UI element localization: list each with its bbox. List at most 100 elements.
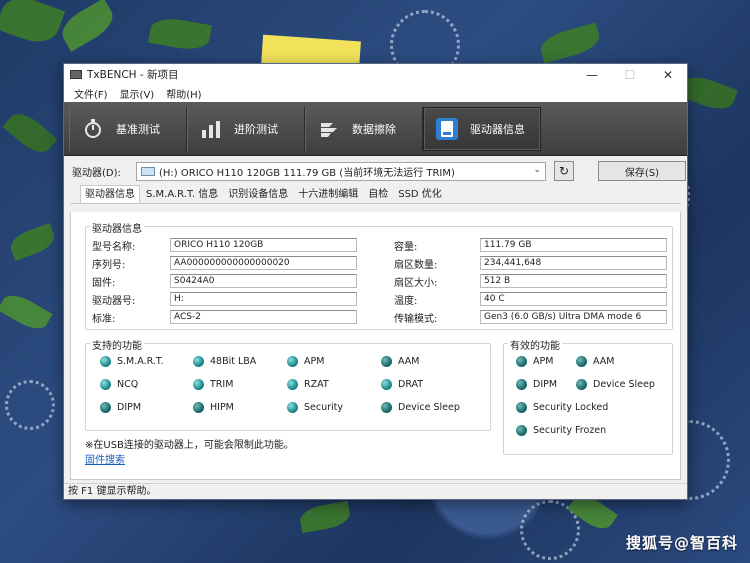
- status-led-icon: [287, 356, 298, 367]
- feature-item: DIPM: [100, 402, 141, 413]
- tool-advanced[interactable]: 进阶测试: [187, 106, 305, 151]
- tab-self-test[interactable]: 自检: [364, 187, 392, 203]
- tool-benchmark[interactable]: 基准测试: [69, 106, 187, 151]
- feature-item: 48Bit LBA: [193, 356, 256, 367]
- drive-info-icon: [436, 117, 458, 140]
- tool-label: 数据擦除: [352, 122, 396, 136]
- serial-number-field: AA000000000000000020: [170, 256, 357, 270]
- close-button[interactable]: ✕: [649, 64, 687, 85]
- feature-item: Device Sleep: [381, 402, 460, 413]
- title-bar: TxBENCH - 新项目 — ☐ ✕: [64, 64, 687, 85]
- info-row: 扇区大小: 512 B: [394, 273, 667, 289]
- menu-file[interactable]: 文件(F): [68, 86, 114, 101]
- hard-drive-icon: [141, 166, 155, 176]
- status-led-icon: [516, 356, 527, 367]
- menu-view[interactable]: 显示(V): [114, 86, 161, 101]
- app-icon: [70, 70, 82, 79]
- watermark: 搜狐号@智百科: [625, 534, 738, 552]
- firmware-field: S0424A0: [170, 274, 357, 288]
- feature-item: TRIM: [193, 379, 233, 390]
- status-led-icon: [287, 379, 298, 390]
- feature-item: S.M.A.R.T.: [100, 356, 164, 367]
- tab-bar: 驱动器信息 S.M.A.R.T. 信息 识别设备信息 十六进制编辑 自检 SSD…: [70, 185, 681, 204]
- feature-item: Security: [287, 402, 343, 413]
- txbench-window: TxBENCH - 新项目 — ☐ ✕ 文件(F) 显示(V) 帮助(H) 基准…: [63, 63, 688, 500]
- erase-icon: [318, 118, 340, 140]
- drive-row: 驱动器(D): (H:) ORICO H110 120GB 111.79 GB …: [64, 156, 687, 186]
- feature-item: DRAT: [381, 379, 423, 390]
- group-title: 驱动器信息: [90, 220, 144, 235]
- chevron-down-icon: ⌄: [533, 164, 541, 175]
- status-led-icon: [381, 356, 392, 367]
- sector-count-field: 234,441,648: [480, 256, 667, 270]
- tab-identify[interactable]: 识别设备信息: [224, 187, 292, 203]
- info-row: 型号名称: ORICO H110 120GB: [92, 237, 357, 253]
- status-led-icon: [193, 356, 204, 367]
- transfer-mode-field: Gen3 (6.0 GB/s) Ultra DMA mode 6: [480, 310, 667, 324]
- info-row: 序列号: AA000000000000000020: [92, 255, 357, 271]
- feature-item: RZAT: [287, 379, 329, 390]
- drive-info-panel: 驱动器信息 型号名称: ORICO H110 120GB 序列号: AA0000…: [70, 212, 681, 480]
- drive-info-group: 驱动器信息 型号名称: ORICO H110 120GB 序列号: AA0000…: [85, 220, 673, 330]
- window-title: TxBENCH - 新项目: [87, 69, 179, 81]
- info-row: 固件: S0424A0: [92, 273, 357, 289]
- tab-ssd-optimize[interactable]: SSD 优化: [394, 187, 446, 203]
- tool-drive-info[interactable]: 驱动器信息: [423, 106, 541, 151]
- info-row: 标准: ACS-2: [92, 309, 357, 325]
- status-led-icon: [381, 402, 392, 413]
- drive-letter-field: H:: [170, 292, 357, 306]
- usb-note: ※在USB连接的驱动器上，可能会限制此功能。: [85, 440, 294, 451]
- group-title: 支持的功能: [90, 337, 144, 352]
- info-row: 扇区数量: 234,441,648: [394, 255, 667, 271]
- bar-chart-icon: [200, 118, 222, 140]
- status-led-icon: [516, 425, 527, 436]
- feature-item: AAM: [381, 356, 419, 367]
- sector-size-field: 512 B: [480, 274, 667, 288]
- feature-item: AAM: [576, 356, 614, 367]
- feature-item: Security Frozen: [516, 425, 606, 436]
- feature-item: Security Locked: [516, 402, 608, 413]
- feature-item: APM: [516, 356, 553, 367]
- status-led-icon: [100, 356, 111, 367]
- maximize-button[interactable]: ☐: [611, 64, 649, 85]
- status-led-icon: [287, 402, 298, 413]
- status-led-icon: [381, 379, 392, 390]
- stopwatch-icon: [82, 118, 104, 140]
- tab-hex-edit[interactable]: 十六进制编辑: [294, 187, 362, 203]
- temperature-field: 40 C: [480, 292, 667, 306]
- capacity-field: 111.79 GB: [480, 238, 667, 252]
- status-led-icon: [516, 402, 527, 413]
- minimize-button[interactable]: —: [573, 64, 611, 85]
- feature-item: NCQ: [100, 379, 138, 390]
- status-led-icon: [100, 402, 111, 413]
- tab-drive-info[interactable]: 驱动器信息: [80, 185, 140, 203]
- status-led-icon: [193, 402, 204, 413]
- status-led-icon: [576, 356, 587, 367]
- refresh-button[interactable]: ↻: [554, 161, 574, 181]
- drive-select-value: (H:) ORICO H110 120GB 111.79 GB (当前环境无法运…: [159, 167, 455, 179]
- tool-label: 进阶测试: [234, 122, 278, 136]
- main-toolbar: 基准测试 进阶测试 数据擦除 驱动器信息: [64, 102, 687, 156]
- feature-item: HIPM: [193, 402, 234, 413]
- feature-item: Device Sleep: [576, 379, 655, 390]
- status-led-icon: [193, 379, 204, 390]
- tool-erase[interactable]: 数据擦除: [305, 106, 423, 151]
- model-name-field: ORICO H110 120GB: [170, 238, 357, 252]
- drive-select[interactable]: (H:) ORICO H110 120GB 111.79 GB (当前环境无法运…: [136, 161, 546, 181]
- tab-smart[interactable]: S.M.A.R.T. 信息: [142, 187, 222, 203]
- supported-features-group: 支持的功能 S.M.A.R.T. 48Bit LBA APM AAM NCQ T…: [85, 337, 491, 431]
- info-row: 驱动器号: H:: [92, 291, 357, 307]
- menu-help[interactable]: 帮助(H): [160, 86, 207, 101]
- tool-label: 驱动器信息: [470, 122, 525, 136]
- menu-bar: 文件(F) 显示(V) 帮助(H): [64, 85, 687, 102]
- status-led-icon: [576, 379, 587, 390]
- feature-item: APM: [287, 356, 324, 367]
- group-title: 有效的功能: [508, 337, 562, 352]
- feature-item: DIPM: [516, 379, 557, 390]
- firmware-search-link[interactable]: 固件搜索: [85, 451, 125, 466]
- status-led-icon: [516, 379, 527, 390]
- save-button[interactable]: 保存(S): [598, 161, 686, 181]
- status-led-icon: [100, 379, 111, 390]
- drive-label: 驱动器(D):: [72, 167, 121, 179]
- tool-label: 基准测试: [116, 122, 160, 136]
